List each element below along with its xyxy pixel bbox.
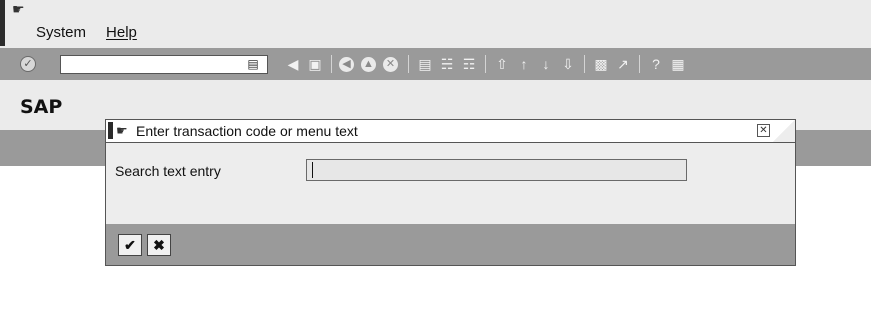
standard-toolbar: ✓ ▤ ◀ ▣ ◀ ▲ ✕ ▤ ☵ ☶ ⇧ ↑ ↓ ⇩ ▩ ↗ ? ▦	[0, 48, 871, 80]
close-icon[interactable]: ✕	[757, 124, 770, 137]
dialog-title-bar: ☛ Enter transaction code or menu text ✕	[106, 120, 795, 143]
back-triangle-icon[interactable]: ◀	[284, 55, 302, 73]
dialog-corner	[773, 120, 795, 142]
find-next-icon[interactable]: ☶	[460, 55, 478, 73]
search-text-input[interactable]	[306, 159, 687, 181]
menu-bar: System Help	[36, 24, 137, 42]
menu-system[interactable]: System	[36, 24, 86, 42]
exit-icon[interactable]: ▲	[361, 56, 376, 72]
enter-icon[interactable]: ✓	[20, 56, 36, 72]
dialog-menu-icon[interactable]: ☛	[116, 122, 128, 139]
first-page-icon[interactable]: ⇧	[493, 55, 511, 73]
text-cursor	[312, 162, 313, 178]
search-text-label: Search text entry	[115, 163, 221, 179]
system-menu-icon[interactable]: ☛	[12, 2, 25, 16]
cancel-icon[interactable]: ✕	[383, 56, 398, 72]
menu-help[interactable]: Help	[106, 24, 137, 42]
toolbar-separator	[639, 55, 640, 73]
next-page-icon[interactable]: ↓	[537, 55, 555, 73]
dialog-title: Enter transaction code or menu text	[136, 123, 358, 139]
toolbar-icons: ◀ ▣ ◀ ▲ ✕ ▤ ☵ ☶ ⇧ ↑ ↓ ⇩ ▩ ↗ ? ▦	[284, 55, 691, 73]
dialog-footer: ✔ ✖	[106, 224, 795, 265]
back-icon[interactable]: ◀	[339, 56, 354, 72]
continue-checkmark-icon[interactable]: ✔	[118, 234, 142, 256]
transaction-dialog: ☛ Enter transaction code or menu text ✕ …	[105, 119, 796, 266]
toolbar-separator	[485, 55, 486, 73]
window-edge-bar	[0, 0, 5, 46]
toolbar-separator	[331, 55, 332, 73]
dialog-edge-bar	[108, 122, 113, 139]
toolbar-separator	[408, 55, 409, 73]
shortcut-icon[interactable]: ↗	[614, 55, 632, 73]
window-header: ☛ System Help	[0, 0, 871, 48]
command-field[interactable]	[60, 55, 268, 74]
last-page-icon[interactable]: ⇩	[559, 55, 577, 73]
toolbar-separator	[584, 55, 585, 73]
screen-title: SAP	[20, 96, 63, 118]
help-icon[interactable]: ?	[647, 55, 665, 73]
find-icon[interactable]: ☵	[438, 55, 456, 73]
cancel-x-icon[interactable]: ✖	[147, 234, 171, 256]
save-icon[interactable]: ▣	[306, 55, 324, 73]
previous-page-icon[interactable]: ↑	[515, 55, 533, 73]
print-icon[interactable]: ▤	[416, 55, 434, 73]
layout-menu-icon[interactable]: ▦	[669, 55, 687, 73]
dropdown-icon[interactable]: ▤	[245, 56, 261, 72]
create-session-icon[interactable]: ▩	[592, 55, 610, 73]
